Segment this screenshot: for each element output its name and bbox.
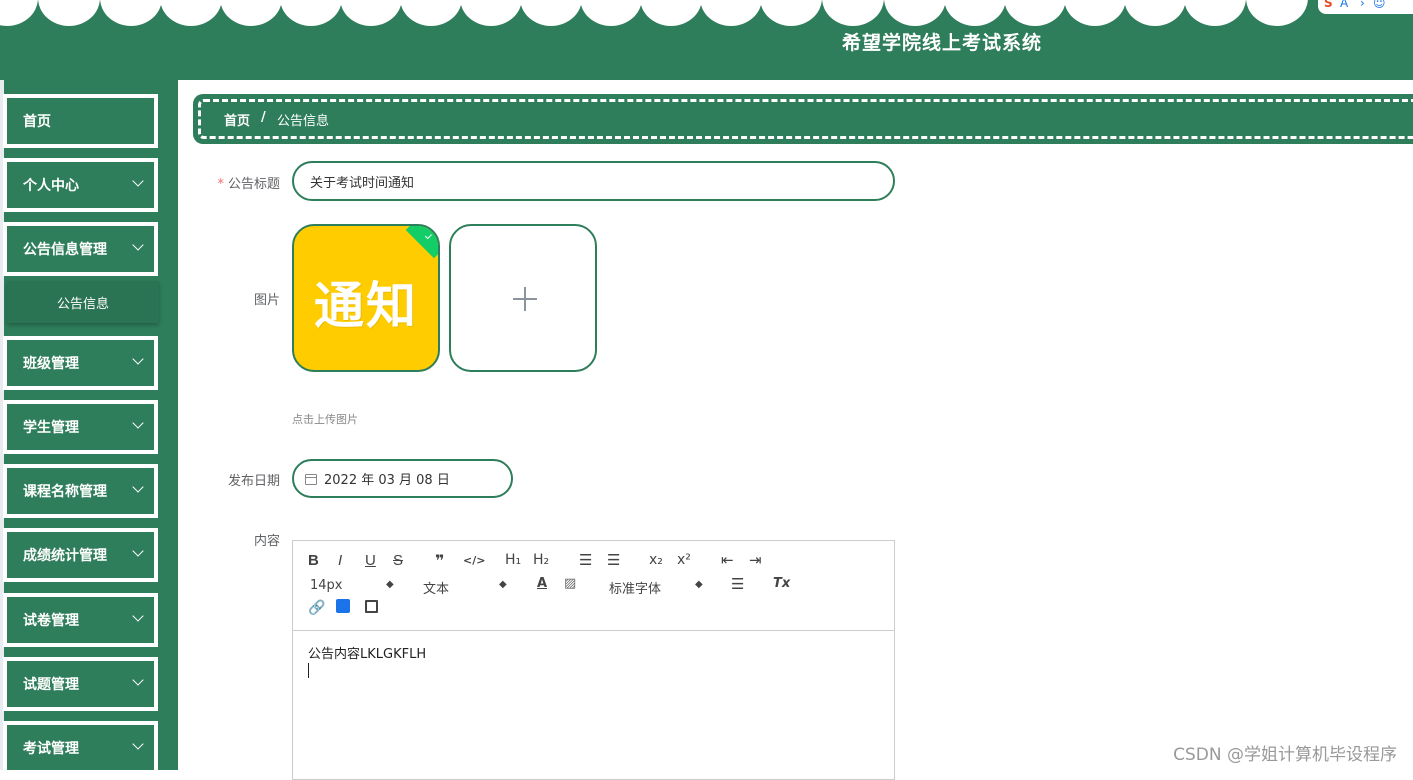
- chevron-down-icon: [132, 674, 144, 686]
- text-color-icon[interactable]: A: [537, 576, 547, 591]
- heading2-button[interactable]: H₂: [533, 552, 549, 568]
- bullet-list-icon[interactable]: ☰: [607, 551, 620, 569]
- sidebar-item-course-management[interactable]: 课程名称管理: [3, 464, 158, 518]
- sidebar-subitem-notice[interactable]: 公告信息: [7, 281, 159, 323]
- chevron-down-icon: [132, 239, 144, 251]
- title-input[interactable]: 关于考试时间通知: [292, 161, 895, 201]
- sidebar-item-exam-management[interactable]: 考试管理: [3, 721, 158, 775]
- breadcrumb-border: [198, 99, 1413, 139]
- sidebar-item-grade-statistics[interactable]: 成绩统计管理: [3, 528, 158, 582]
- sidebar-item-student-management[interactable]: 学生管理: [3, 400, 158, 454]
- watermark: CSDN @学姐计算机毕设程序: [1173, 745, 1397, 765]
- breadcrumb-separator: /: [261, 110, 266, 125]
- date-label: 发布日期: [227, 474, 280, 489]
- top-header: 希望学院线上考试系统: [0, 0, 1413, 80]
- sidebar-item-label: 试题管理: [23, 677, 79, 693]
- translate-icon[interactable]: A: [1340, 0, 1348, 10]
- content-label: 内容: [253, 534, 280, 549]
- superscript-button[interactable]: x²: [677, 552, 691, 568]
- clean-format-button[interactable]: Tx: [773, 576, 790, 591]
- title-label: * 公告标题: [217, 177, 280, 192]
- chevron-down-icon: [132, 175, 144, 187]
- breadcrumb-current: 公告信息: [277, 114, 330, 129]
- indent-icon[interactable]: ⇥: [749, 551, 762, 569]
- font-family-select[interactable]: 标准字体: [609, 578, 661, 597]
- calendar-icon: [305, 474, 317, 485]
- font-size-arrow-icon: ◆: [386, 579, 394, 590]
- chevron-down-icon: [132, 353, 144, 365]
- italic-button[interactable]: I: [338, 552, 342, 569]
- sidebar-item-paper-management[interactable]: 试卷管理: [3, 593, 158, 647]
- font-family-arrow-icon: ◆: [695, 579, 703, 590]
- blockquote-button[interactable]: ❞: [435, 551, 444, 570]
- link-icon[interactable]: 🔗: [308, 600, 325, 616]
- chevron-down-icon: [132, 545, 144, 557]
- strike-button[interactable]: S: [393, 552, 403, 569]
- heading1-button[interactable]: H₁: [505, 552, 521, 568]
- sidebar-item-personal-center[interactable]: 个人中心: [3, 158, 158, 212]
- image-label: 图片: [253, 293, 280, 308]
- app-title: 希望学院线上考试系统: [842, 32, 1043, 54]
- sidebar-item-question-management[interactable]: 试题管理: [3, 657, 158, 711]
- font-size-select[interactable]: 14px: [310, 578, 343, 593]
- arrow-icon[interactable]: ›: [1360, 0, 1365, 10]
- sidebar-item-label: 考试管理: [23, 741, 79, 757]
- sidebar-item-notice-management[interactable]: 公告信息管理: [3, 222, 158, 276]
- sidebar-item-home[interactable]: 首页: [3, 94, 158, 148]
- bold-button[interactable]: B: [308, 552, 319, 569]
- smile-icon[interactable]: ☺: [1373, 0, 1386, 10]
- uploaded-image[interactable]: 通知: [292, 224, 440, 372]
- image-insert-icon[interactable]: [336, 599, 350, 613]
- subscript-button[interactable]: x₂: [649, 552, 663, 568]
- video-insert-icon[interactable]: [365, 600, 378, 613]
- date-picker[interactable]: 2022 年 03 月 08 日: [292, 459, 513, 498]
- uploaded-image-text: 通知: [314, 276, 418, 335]
- sidebar-item-label: 试卷管理: [23, 613, 79, 629]
- required-icon: *: [217, 177, 224, 192]
- title-input-value: 关于考试时间通知: [310, 175, 415, 191]
- date-value: 2022 年 03 月 08 日: [324, 473, 450, 488]
- chevron-down-icon: [132, 417, 144, 429]
- align-icon[interactable]: ☰: [731, 575, 744, 593]
- sidebar-subitem-label: 公告信息: [56, 296, 109, 312]
- text-caret: [308, 663, 309, 678]
- sidebar-item-label: 个人中心: [23, 178, 79, 194]
- chevron-down-icon: [132, 738, 144, 750]
- plus-icon-vertical: [524, 287, 526, 311]
- image-upload-button[interactable]: [449, 224, 597, 372]
- sidebar-item-label: 班级管理: [23, 356, 79, 372]
- sidebar-item-label: 课程名称管理: [23, 484, 107, 500]
- outdent-icon[interactable]: ⇤: [721, 551, 734, 569]
- rich-text-editor: B I U S ❞ </> H₁ H₂ ☰ ☰ x₂ x² ⇤ ⇥ 14px ◆…: [292, 540, 895, 780]
- breadcrumb: [193, 94, 1413, 144]
- editor-content[interactable]: 公告内容LKLGKFLH: [308, 643, 426, 662]
- underline-button[interactable]: U: [365, 552, 376, 569]
- upload-tip: 点击上传图片: [292, 413, 358, 426]
- header-arrow-icon: ◆: [499, 579, 507, 590]
- ordered-list-icon[interactable]: ☰: [579, 551, 592, 569]
- breadcrumb-home-link[interactable]: 首页: [224, 110, 250, 129]
- code-block-button[interactable]: </>: [463, 554, 485, 567]
- header-decoration: [0, 0, 1413, 30]
- header-select[interactable]: 文本: [423, 578, 449, 597]
- background-color-icon[interactable]: ▨: [564, 576, 576, 591]
- sidebar-item-label: 成绩统计管理: [23, 548, 107, 564]
- sidebar-item-label: 公告信息管理: [23, 242, 107, 258]
- upload-success-check-icon: [405, 226, 438, 259]
- sidebar-item-label: 学生管理: [23, 420, 79, 436]
- browser-extension-icons[interactable]: S A › ☺: [1318, 0, 1413, 14]
- chevron-down-icon: [132, 481, 144, 493]
- sidebar-item-class-management[interactable]: 班级管理: [3, 336, 158, 390]
- extension-s-icon[interactable]: S: [1324, 0, 1333, 10]
- editor-toolbar: B I U S ❞ </> H₁ H₂ ☰ ☰ x₂ x² ⇤ ⇥ 14px ◆…: [293, 541, 894, 631]
- chevron-down-icon: [132, 610, 144, 622]
- sidebar-item-label: 首页: [23, 114, 51, 130]
